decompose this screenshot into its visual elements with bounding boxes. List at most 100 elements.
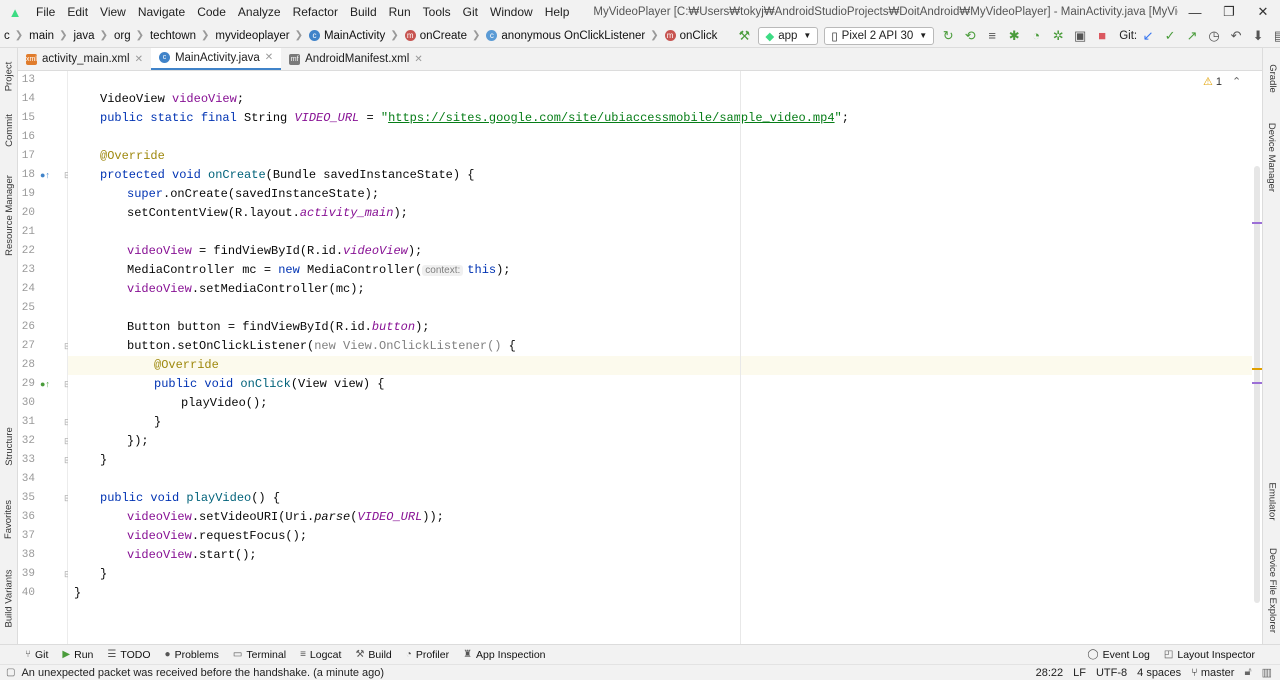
warning-marker[interactable] [1252,368,1262,370]
tab-android-manifest-xml[interactable]: mf AndroidManifest.xml ✕ [281,48,431,70]
close-button[interactable]: ✕ [1246,0,1280,24]
git-branch-widget[interactable]: ⑂ master [1186,667,1239,679]
status-message[interactable]: An unexpected packet was received before… [15,667,1030,679]
breadcrumb-item[interactable]: org ❯ [110,30,146,42]
profiler-tool-button[interactable]: ◔ Profiler [399,649,456,661]
minimize-button[interactable]: — [1178,0,1212,24]
sdk-manager-icon[interactable]: ⬇ [1247,25,1269,47]
breadcrumb-class[interactable]: c MainActivity ❯ [305,30,401,42]
code-line[interactable]: } [74,584,81,603]
code-line[interactable]: videoView.requestFocus(); [127,527,307,546]
run-config-select[interactable]: ◆ app ▼ [758,26,819,45]
menu-tools[interactable]: Tools [417,0,457,24]
git-tool-button[interactable]: ⑂ Git [18,649,55,661]
code-line[interactable]: @Override [100,147,165,166]
code-line[interactable]: videoView = findViewById(R.id.videoView)… [127,242,422,261]
git-commit-icon[interactable]: ✓ [1159,25,1181,47]
rollback-icon[interactable]: ↶ [1225,25,1247,47]
scrollbar-thumb[interactable] [1254,166,1260,603]
history-icon[interactable]: ◷ [1203,25,1225,47]
chevron-up-icon[interactable]: ⌃ [1232,75,1241,88]
git-update-icon[interactable]: ↙ [1137,25,1159,47]
build-tool-button[interactable]: ⚒ Build [348,649,398,661]
structure-tool-window-button[interactable]: Structure [0,420,18,472]
emulator-tool-window-button[interactable]: Emulator [1263,472,1280,530]
project-tool-window-button[interactable]: Project [0,52,18,100]
profile-icon[interactable]: ◔ [1025,25,1047,47]
todo-tool-button[interactable]: ☰ TODO [100,649,157,661]
close-icon[interactable]: ✕ [414,54,422,65]
code-line[interactable]: button.setOnClickListener(new View.OnCli… [127,337,516,356]
close-icon[interactable]: ✕ [135,54,143,65]
menu-navigate[interactable]: Navigate [132,0,191,24]
avd-manager-icon[interactable]: ▤ [1269,25,1280,47]
code-line[interactable]: } [100,451,107,470]
layout-inspect-icon[interactable]: ▣ [1069,25,1091,47]
memory-indicator-icon[interactable]: ▥ [1257,666,1280,679]
breadcrumb-anonymous-class[interactable]: c anonymous OnClickListener ❯ [482,30,660,42]
tab-activity-main-xml[interactable]: xml activity_main.xml ✕ [18,48,151,70]
code-line[interactable]: setContentView(R.layout.activity_main); [127,204,408,223]
change-marker[interactable] [1252,382,1262,384]
code-line[interactable]: @Override [154,356,219,375]
restore-button[interactable]: ❐ [1212,0,1246,24]
code-line[interactable]: } [154,413,161,432]
breadcrumb-item[interactable]: c ❯ [0,30,25,42]
code-editor[interactable]: VideoView videoView; public static final… [68,71,1252,644]
menu-help[interactable]: Help [539,0,576,24]
list-icon[interactable]: ≡ [981,25,1003,47]
menu-window[interactable]: Window [484,0,539,24]
code-line[interactable]: public void playVideo() { [100,489,280,508]
tab-main-activity-java[interactable]: c MainActivity.java ✕ [150,48,282,70]
code-line[interactable]: super.onCreate(savedInstanceState); [127,185,379,204]
editor-gutter[interactable]: 13 14 15 16 17 18 19 20 21 22 23 24 25 2… [18,71,72,644]
stop-icon[interactable]: ■ [1091,25,1113,47]
device-select[interactable]: ▯ Pixel 2 API 30 ▼ [824,26,935,45]
resource-manager-tool-window-button[interactable]: Resource Manager [0,162,18,268]
logcat-tool-button[interactable]: ≡ Logcat [293,649,348,661]
hammer-build-icon[interactable]: ⚒ [733,25,755,47]
code-line[interactable]: public static final String VIDEO_URL = "… [100,109,849,128]
debug-icon[interactable]: ✱ [1003,25,1025,47]
code-line[interactable]: MediaController mc = new MediaController… [127,261,511,280]
event-log-tool-button[interactable]: ◯ Event Log [1080,649,1157,661]
change-marker[interactable] [1252,222,1262,224]
device-manager-tool-window-button[interactable]: Device Manager [1263,114,1280,200]
menu-build[interactable]: Build [344,0,383,24]
caret-position[interactable]: 28:22 [1031,667,1069,679]
indent-setting[interactable]: 4 spaces [1132,667,1186,679]
apply-changes-icon[interactable]: ↻ [937,25,959,47]
menu-code[interactable]: Code [191,0,232,24]
breadcrumb-item[interactable]: myvideoplayer ❯ [211,30,305,42]
breadcrumb-method[interactable]: m onClick [661,30,720,42]
status-toggle-icon[interactable]: ▢ [0,667,15,678]
code-line[interactable]: } [100,565,107,584]
code-line[interactable]: videoView.start(); [127,546,257,565]
breadcrumb-method[interactable]: m onCreate ❯ [401,30,483,42]
file-encoding[interactable]: UTF-8 [1091,667,1132,679]
run-tool-button[interactable]: ▶ Run [55,649,100,661]
code-line[interactable]: videoView.setMediaController(mc); [127,280,365,299]
override-marker-icon[interactable]: ●↑ [40,166,50,185]
code-line[interactable]: Button button = findViewById(R.id.button… [127,318,429,337]
lock-icon[interactable]: 🔓︎ [1239,666,1256,679]
menu-file[interactable]: File [30,0,61,24]
editor-scrollbar[interactable] [1252,71,1262,644]
problems-tool-button[interactable]: ● Problems [158,649,226,661]
layout-inspector-tool-button[interactable]: ◰ Layout Inspector [1157,649,1262,661]
code-line[interactable]: videoView.setVideoURI(Uri.parse(VIDEO_UR… [127,508,444,527]
breadcrumb-item[interactable]: techtown ❯ [146,30,211,42]
gradle-tool-window-button[interactable]: Gradle [1263,54,1280,102]
commit-tool-window-button[interactable]: Commit [0,104,18,156]
menu-refactor[interactable]: Refactor [287,0,344,24]
git-push-icon[interactable]: ↗ [1181,25,1203,47]
build-variants-tool-window-button[interactable]: Build Variants [0,558,18,638]
favorites-tool-window-button[interactable]: Favorites [0,488,18,550]
terminal-tool-button[interactable]: ▭ Terminal [226,649,293,661]
menu-analyze[interactable]: Analyze [232,0,287,24]
menu-run[interactable]: Run [383,0,417,24]
app-inspection-tool-button[interactable]: ♜ App Inspection [456,649,552,661]
breadcrumb-item[interactable]: java ❯ [69,30,110,42]
code-line[interactable]: protected void onCreate(Bundle savedInst… [100,166,474,185]
code-line[interactable]: public void onClick(View view) { [154,375,384,394]
